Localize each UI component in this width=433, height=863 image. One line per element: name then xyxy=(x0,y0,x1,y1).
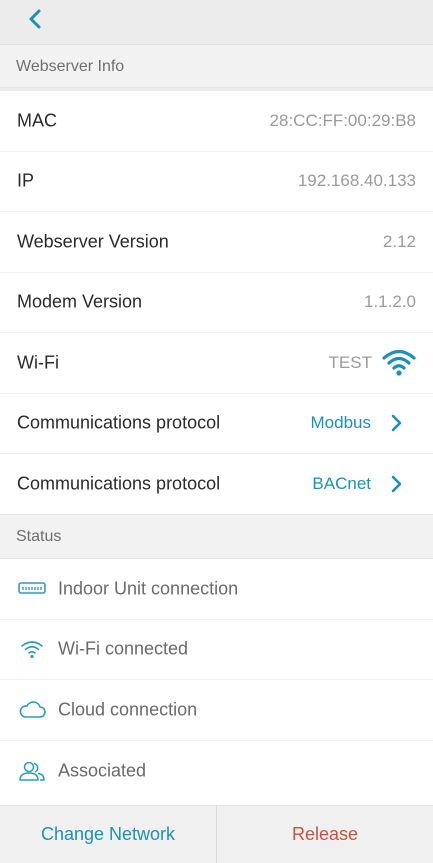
wifi-ssid-value: TEST xyxy=(328,352,372,372)
webserver-info-header: Webserver Info xyxy=(0,44,433,88)
modem-version-row: Modem Version 1.1.2.0 xyxy=(0,273,433,333)
webserver-info-title: Webserver Info xyxy=(16,58,125,75)
protocol-modbus-row[interactable]: Communications protocol Modbus xyxy=(0,394,433,454)
webserver-info-list: MAC 28:CC:FF:00:29:B8 IP 192.168.40.133 … xyxy=(0,91,433,514)
change-network-button[interactable]: Change Network xyxy=(0,806,217,863)
wifi-icon xyxy=(21,641,43,659)
modem-version-value: 1.1.2.0 xyxy=(364,292,416,312)
indoor-unit-icon xyxy=(18,581,46,594)
mac-value: 28:CC:FF:00:29:B8 xyxy=(269,110,416,130)
status-label-cloud: Cloud connection xyxy=(58,699,198,720)
protocol-bacnet-row[interactable]: Communications protocol BACnet xyxy=(0,454,433,515)
status-item-wifi: Wi-Fi connected xyxy=(0,620,433,680)
status-label-wifi: Wi-Fi connected xyxy=(58,638,189,659)
back-button[interactable] xyxy=(22,6,48,32)
status-list: Indoor Unit connection Wi-Fi connected C… xyxy=(0,559,433,805)
ip-label: IP xyxy=(17,170,35,191)
status-item-associated: Associated xyxy=(0,741,433,802)
bottom-action-bar: Change Network Release xyxy=(0,805,433,863)
protocol-modbus-value[interactable]: Modbus xyxy=(311,413,371,433)
modem-version-label: Modem Version xyxy=(17,291,143,312)
users-icon xyxy=(19,761,45,781)
webserver-version-label: Webserver Version xyxy=(17,231,169,252)
chevron-right-icon[interactable] xyxy=(387,474,407,494)
mac-row: MAC 28:CC:FF:00:29:B8 xyxy=(0,91,433,152)
wifi-row[interactable]: Wi-Fi TEST xyxy=(0,333,433,394)
status-label-indoor-unit: Indoor Unit connection xyxy=(58,578,239,599)
protocol-bacnet-label: Communications protocol xyxy=(17,473,221,494)
wifi-label: Wi-Fi xyxy=(17,352,59,373)
chevron-right-icon[interactable] xyxy=(387,413,407,433)
top-bar xyxy=(0,0,433,44)
ip-row: IP 192.168.40.133 xyxy=(0,152,433,212)
status-header: Status xyxy=(0,514,433,559)
ip-value: 192.168.40.133 xyxy=(297,171,416,191)
cloud-icon xyxy=(19,701,46,718)
webserver-version-value: 2.12 xyxy=(382,231,416,251)
status-title: Status xyxy=(16,528,62,545)
status-item-indoor-unit: Indoor Unit connection xyxy=(0,559,433,620)
status-label-associated: Associated xyxy=(58,760,147,781)
mac-label: MAC xyxy=(17,110,57,131)
chevron-left-icon xyxy=(29,9,41,29)
release-button[interactable]: Release xyxy=(217,806,433,863)
wifi-signal-icon xyxy=(382,349,416,376)
protocol-bacnet-value[interactable]: BACnet xyxy=(312,474,371,494)
webserver-version-row: Webserver Version 2.12 xyxy=(0,212,433,273)
status-item-cloud: Cloud connection xyxy=(0,680,433,741)
protocol-modbus-label: Communications protocol xyxy=(17,412,221,433)
